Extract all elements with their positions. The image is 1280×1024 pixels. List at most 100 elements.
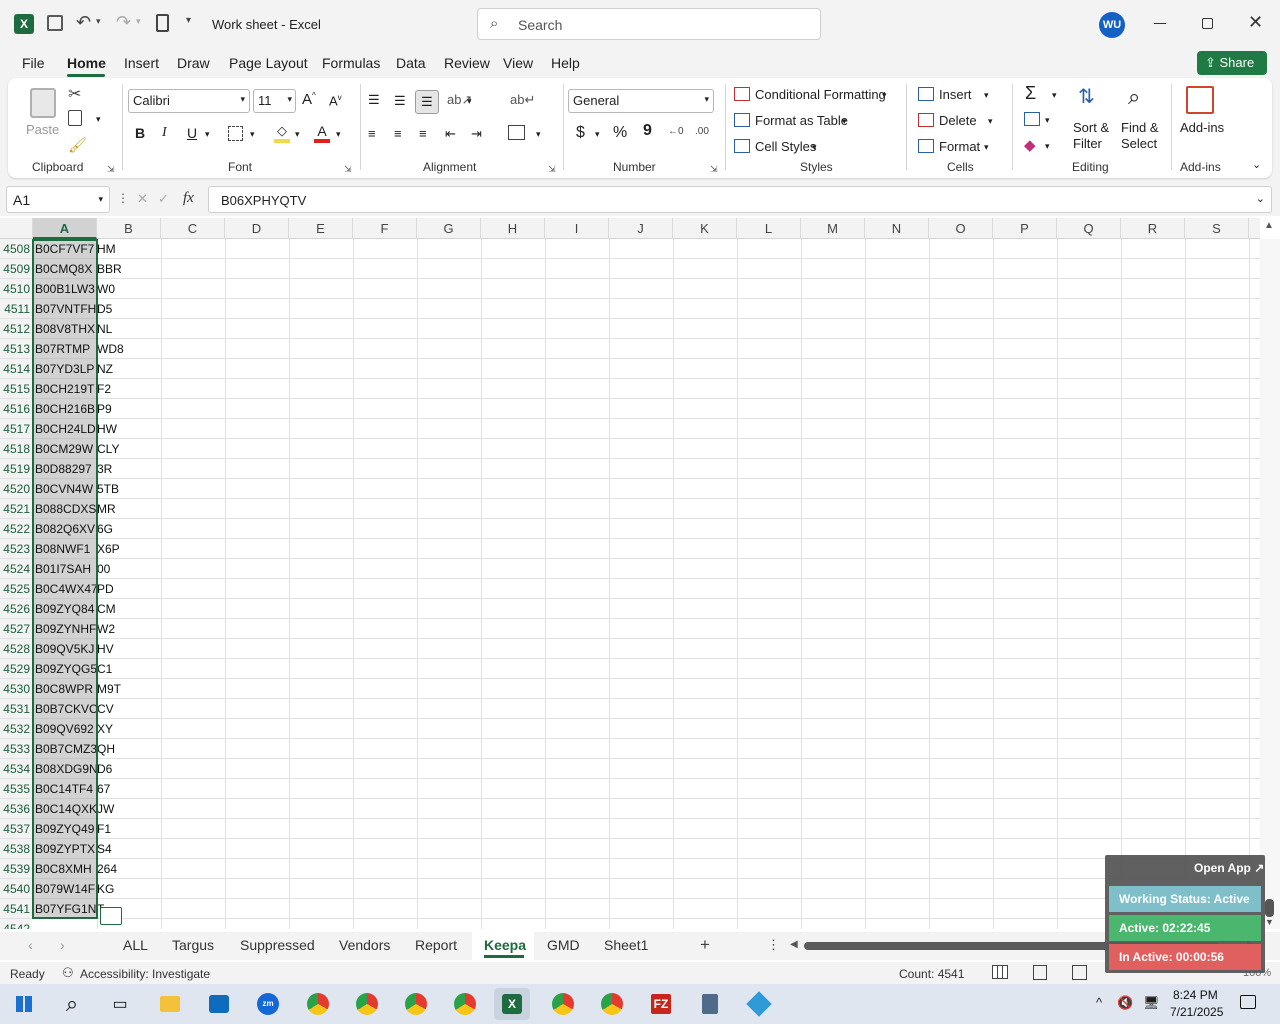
name-box[interactable]: A1 ▾ [6, 186, 110, 213]
start-icon[interactable] [6, 988, 42, 1020]
format-as-table-button[interactable]: Format as Table ▾ [734, 112, 859, 132]
tab-draw[interactable]: Draw [177, 55, 210, 71]
column-header-b[interactable]: B [97, 218, 161, 239]
orientation-dropdown-icon[interactable]: ▾ [467, 96, 472, 107]
volume-muted-icon[interactable]: 🔇 [1117, 995, 1133, 1011]
sheet-tab-gmd[interactable]: GMD [547, 937, 580, 953]
column-header-d[interactable]: D [225, 218, 289, 239]
tab-data[interactable]: Data [396, 55, 426, 71]
more-icon[interactable]: ⋮ [117, 191, 129, 205]
chrome-icon[interactable] [545, 988, 581, 1020]
close-icon[interactable]: ✕ [1248, 12, 1263, 33]
row-header[interactable]: 4524 [0, 559, 32, 579]
page-layout-view-icon[interactable] [1033, 965, 1047, 980]
insert-function-icon[interactable]: fx [183, 190, 194, 207]
row-header[interactable]: 4532 [0, 719, 32, 739]
confirm-entry-icon[interactable]: ✓ [158, 191, 169, 207]
chrome-icon[interactable] [594, 988, 630, 1020]
font-color-dropdown-icon[interactable]: ▾ [336, 129, 341, 140]
notification-icon[interactable] [1240, 995, 1256, 1009]
row-header[interactable]: 4511 [0, 299, 32, 319]
sort-filter-button[interactable]: ⇅ Sort & Filter [1070, 84, 1114, 154]
calculator-icon[interactable] [156, 14, 169, 32]
vertical-scroll-thumb[interactable] [1265, 899, 1274, 917]
currency-button[interactable]: $ [576, 124, 585, 142]
row-header[interactable]: 4536 [0, 799, 32, 819]
vertical-scroll-down-icon[interactable]: ▼ [1265, 917, 1274, 927]
row-header[interactable]: 4509 [0, 259, 32, 279]
bottom-align-icon[interactable]: ☰ [415, 90, 439, 114]
tray-chevron-icon[interactable]: ^ [1096, 995, 1102, 1010]
tab-file[interactable]: File [22, 55, 45, 71]
worksheet-grid[interactable]: 4508 B0CF7VF7 HM 4509 B0CMQ8X BBR 4510 B00B1LW3… [0, 239, 1260, 929]
sheet-tab-sheet1[interactable]: Sheet1 [604, 937, 648, 953]
network-icon[interactable]: 🖥 [1143, 995, 1160, 1011]
column-header-m[interactable]: M [801, 218, 865, 239]
undo-dropdown-icon[interactable]: ▾ [96, 16, 101, 27]
tab-insert[interactable]: Insert [124, 55, 159, 71]
copy-icon[interactable] [68, 110, 82, 126]
font-color-icon[interactable]: A [314, 123, 330, 143]
column-header-o[interactable]: O [929, 218, 993, 239]
save-icon[interactable] [47, 15, 63, 31]
clear-dropdown-icon[interactable]: ▾ [1045, 141, 1050, 152]
row-header[interactable]: 4508 [0, 239, 32, 259]
column-header-n[interactable]: N [865, 218, 929, 239]
calculator-app-icon[interactable] [692, 988, 728, 1020]
increase-font-icon[interactable]: A^ [302, 91, 316, 108]
column-header-p[interactable]: P [993, 218, 1057, 239]
row-header[interactable]: 4513 [0, 339, 32, 359]
middle-align-icon[interactable]: ☰ [394, 93, 406, 109]
redo-dropdown-icon[interactable]: ▾ [136, 16, 141, 27]
row-header[interactable]: 4534 [0, 759, 32, 779]
column-header-i[interactable]: I [545, 218, 609, 239]
sheet-tab-report[interactable]: Report [415, 937, 457, 953]
file-explorer-icon[interactable] [152, 988, 188, 1020]
row-header[interactable]: 4518 [0, 439, 32, 459]
redo-icon[interactable]: ↷ [116, 12, 131, 33]
fill-color-dropdown-icon[interactable]: ▾ [295, 129, 300, 140]
restore-icon[interactable] [1202, 18, 1213, 29]
cut-icon[interactable]: ✂ [68, 84, 81, 104]
filezilla-icon[interactable]: FZ [643, 988, 679, 1020]
chrome-icon[interactable] [447, 988, 483, 1020]
row-header[interactable]: 4540 [0, 879, 32, 899]
zoom-icon[interactable]: zm [250, 988, 286, 1020]
row-header[interactable]: 4539 [0, 859, 32, 879]
column-header-l[interactable]: L [737, 218, 801, 239]
row-header[interactable]: 4516 [0, 399, 32, 419]
scroll-sheets-right-icon[interactable]: › [60, 937, 65, 953]
currency-dropdown-icon[interactable]: ▾ [595, 129, 600, 140]
decrease-indent-icon[interactable]: ⇤ [445, 126, 456, 142]
column-header-h[interactable]: H [481, 218, 545, 239]
align-center-icon[interactable]: ≡ [394, 126, 402, 141]
cancel-entry-icon[interactable]: ✕ [137, 191, 148, 207]
decrease-decimal-icon[interactable]: .00 [695, 126, 709, 137]
merge-dropdown-icon[interactable]: ▾ [536, 129, 541, 140]
row-header[interactable]: 4525 [0, 579, 32, 599]
select-all-corner[interactable] [0, 218, 33, 239]
top-align-icon[interactable]: ☰ [368, 92, 380, 108]
share-button[interactable]: ⇪ Share [1197, 51, 1267, 75]
search-box[interactable]: ⌕ Search [477, 8, 821, 40]
tab-formulas[interactable]: Formulas [322, 55, 380, 71]
row-header[interactable]: 4520 [0, 479, 32, 499]
autosum-dropdown-icon[interactable]: ▾ [1052, 90, 1057, 101]
column-header-g[interactable]: G [417, 218, 481, 239]
scroll-sheets-left-icon[interactable]: ‹ [28, 937, 33, 953]
excel-taskbar-icon[interactable]: X [494, 988, 530, 1020]
bold-button[interactable]: B [135, 125, 145, 141]
hscroll-left-icon[interactable]: ◀ [790, 939, 798, 950]
minimize-icon[interactable] [1154, 23, 1166, 24]
task-view-icon[interactable]: ▭ [102, 988, 138, 1020]
row-header[interactable]: 4529 [0, 659, 32, 679]
row-header[interactable]: 4515 [0, 379, 32, 399]
insert-cells-button[interactable]: Insert ▾ [918, 86, 998, 106]
outlook-icon[interactable] [201, 988, 237, 1020]
row-header[interactable]: 4521 [0, 499, 32, 519]
sheet-tab-vendors[interactable]: Vendors [339, 937, 390, 953]
column-header-f[interactable]: F [353, 218, 417, 239]
accessibility-status[interactable]: Accessibility: Investigate [80, 967, 210, 981]
collapse-ribbon-icon[interactable]: ⌄ [1252, 158, 1261, 171]
alignment-launcher-icon[interactable]: ⇲ [548, 164, 556, 175]
